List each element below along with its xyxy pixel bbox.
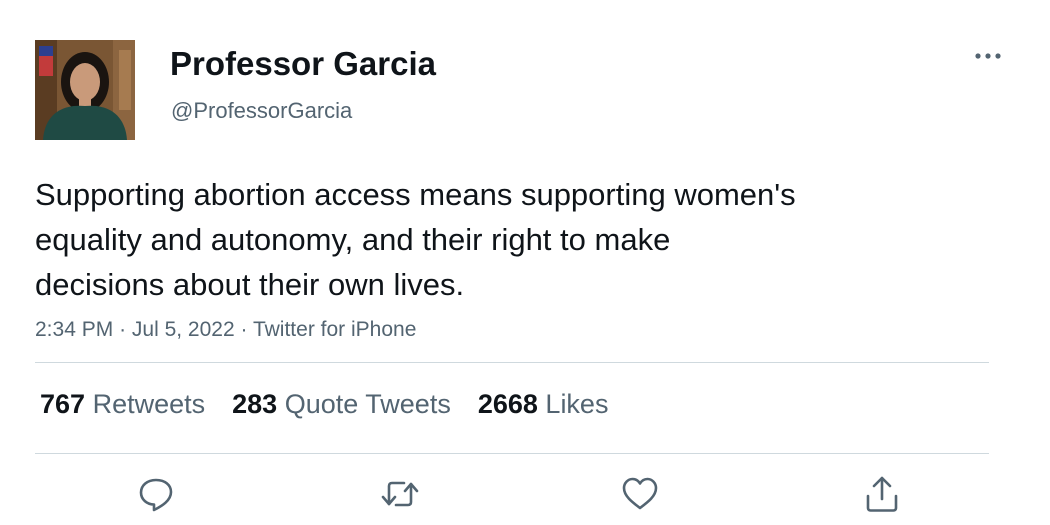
- tweet-text-line: decisions about their own lives.: [35, 267, 465, 302]
- like-button[interactable]: [620, 474, 660, 514]
- likes-label: Likes: [545, 389, 609, 419]
- more-horizontal-icon: [975, 53, 1001, 59]
- retweets-stat[interactable]: 767 Retweets: [40, 387, 205, 421]
- tweet-text: Supporting abortion access means support…: [35, 172, 995, 307]
- retweet-button[interactable]: [380, 474, 420, 514]
- tweet-metadata: 2:34 PM · Jul 5, 2022 · Twitter for iPho…: [35, 316, 416, 344]
- quote-tweets-label: Quote Tweets: [284, 389, 451, 419]
- share-icon: [866, 476, 898, 512]
- divider: [35, 362, 989, 363]
- likes-count: 2668: [477, 389, 538, 419]
- reply-button[interactable]: [136, 474, 176, 514]
- avatar-image: [35, 40, 135, 140]
- tweet-date[interactable]: Jul 5, 2022: [132, 318, 235, 341]
- reply-icon: [139, 478, 173, 512]
- retweets-label: Retweets: [92, 389, 206, 419]
- avatar[interactable]: [35, 40, 135, 140]
- tweet-text-line: Supporting abortion access means support…: [35, 177, 796, 212]
- quote-tweets-count: 283: [232, 389, 278, 419]
- retweets-count: 767: [40, 389, 86, 419]
- heart-icon: [622, 477, 658, 510]
- divider: [35, 453, 989, 454]
- quote-tweets-stat[interactable]: 283 Quote Tweets: [232, 387, 451, 421]
- author-handle[interactable]: @ProfessorGarcia: [171, 97, 352, 125]
- tweet-source[interactable]: Twitter for iPhone: [253, 318, 416, 341]
- meta-separator: ·: [240, 318, 248, 341]
- retweet-icon: [381, 481, 419, 507]
- author-display-name[interactable]: Professor Garcia: [170, 44, 436, 84]
- tweet-text-line: equality and autonomy, and their right t…: [35, 222, 671, 257]
- meta-separator: ·: [119, 318, 127, 341]
- share-button[interactable]: [862, 474, 902, 514]
- tweet-time[interactable]: 2:34 PM: [35, 318, 113, 341]
- likes-stat[interactable]: 2668 Likes: [478, 387, 609, 421]
- more-options-button[interactable]: [968, 42, 1008, 70]
- engagement-stats: 767 Retweets 283 Quote Tweets 2668 Likes: [40, 387, 635, 421]
